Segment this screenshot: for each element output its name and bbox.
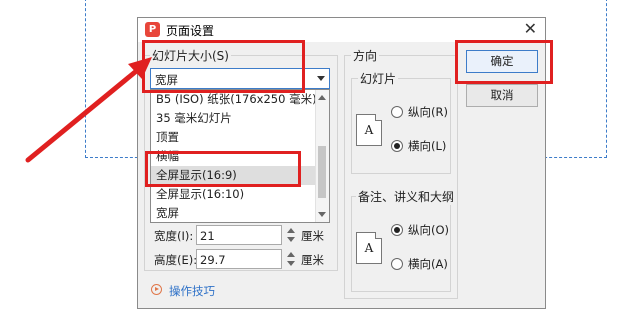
red-annotation-arrow [25,57,152,163]
